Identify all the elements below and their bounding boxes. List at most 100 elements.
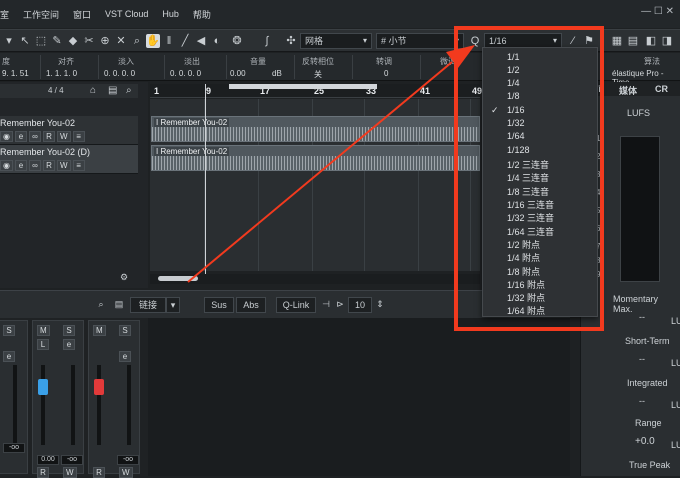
link-dropdown[interactable]: 链接 [130, 297, 166, 313]
menu-item-vst-cloud[interactable]: VST Cloud [105, 9, 148, 19]
grid-type-dropdown[interactable]: 网格 ▾ [300, 33, 372, 49]
scrollbar-thumb[interactable] [158, 276, 198, 281]
time-signature[interactable]: 4 / 4 [48, 86, 64, 95]
info-value[interactable]: 0. 0. 0. 0 [104, 69, 135, 78]
search-icon[interactable]: ⌕ [126, 85, 132, 96]
chevron-down-icon[interactable]: ▾ [166, 297, 180, 313]
hand-icon[interactable]: ✋ [146, 34, 160, 48]
chevron-down-icon[interactable]: ▾ [2, 34, 16, 48]
fader-track[interactable] [97, 365, 101, 445]
line-icon[interactable]: ╱ [178, 34, 192, 48]
color-icon[interactable]: ◐ [210, 34, 224, 48]
sus-button[interactable]: Sus [204, 297, 234, 313]
solo-button[interactable]: S [119, 325, 131, 336]
listen-button[interactable]: L [37, 339, 49, 350]
lanes-button[interactable]: ≡ [72, 131, 85, 142]
snap-icon[interactable]: ✣ [284, 34, 298, 48]
menu-item-window[interactable]: 窗口 [73, 8, 91, 21]
tab-cr[interactable]: CR [655, 84, 668, 94]
write-button[interactable]: W [119, 467, 133, 478]
monitor-button[interactable]: ◉ [0, 131, 13, 142]
menu-item-workspace[interactable]: 工作空间 [23, 8, 59, 21]
mixer-channel[interactable]: M S e -oo R W [88, 320, 140, 478]
mute-tool-icon[interactable]: ✕ [114, 34, 128, 48]
audio-clip[interactable]: I Remember You-02 [151, 116, 480, 142]
curve-icon[interactable]: ∫ [260, 34, 274, 48]
link-button[interactable]: ∞ [28, 131, 41, 142]
list-icon[interactable]: ▤ [112, 297, 126, 313]
mute-button[interactable]: M [93, 325, 106, 336]
write-button[interactable]: W [56, 131, 71, 142]
menu-item-studio[interactable]: 室 [0, 8, 9, 21]
playhead-cursor[interactable] [205, 84, 206, 274]
glue-icon[interactable]: ⊕ [98, 34, 112, 48]
comp-icon[interactable]: ‖ [162, 34, 176, 48]
layout-left-icon[interactable]: ◧ [644, 34, 658, 48]
write-button[interactable]: W [56, 160, 71, 171]
zoom-icon[interactable]: ⌕ [130, 34, 144, 48]
edit-button[interactable]: e [14, 131, 27, 142]
read-button[interactable]: R [93, 467, 105, 478]
arrange-window[interactable]: I Remember You-02 I Remember You-02 [150, 99, 480, 271]
gear-icon[interactable]: ⚙ [120, 272, 128, 283]
fader-handle[interactable] [94, 379, 104, 395]
search-icon[interactable]: ⌕ [94, 297, 108, 313]
monitor-button[interactable]: ◉ [0, 160, 13, 171]
abs-button[interactable]: Abs [236, 297, 266, 313]
solo-button[interactable]: S [3, 325, 15, 336]
pencil-icon[interactable]: ✎ [50, 34, 64, 48]
info-value[interactable]: 0 [384, 69, 388, 78]
fader-handle[interactable] [38, 379, 48, 395]
layout-right-icon[interactable]: ◨ [660, 34, 674, 48]
volume-value[interactable]: 0.00 [37, 455, 59, 465]
info-value[interactable]: 关 [314, 69, 322, 80]
object-select-icon[interactable]: ↖ [18, 34, 32, 48]
link-button[interactable]: ∞ [28, 160, 41, 171]
menu-item-help[interactable]: 帮助 [193, 8, 211, 21]
track-name[interactable]: Remember You-02 [0, 118, 75, 128]
info-value[interactable]: 0. 0. 0. 0 [170, 69, 201, 78]
grid-resolution-dropdown[interactable]: # 小节 ▾ [376, 33, 464, 49]
window-controls[interactable]: — ☐ ✕ [641, 6, 674, 17]
edit-button[interactable]: e [119, 351, 131, 362]
tab-media[interactable]: 媒体 [619, 84, 637, 97]
write-button[interactable]: W [63, 467, 77, 478]
mixer-channel[interactable]: S e -oo [0, 320, 28, 474]
fader-track[interactable] [41, 365, 45, 445]
edit-button[interactable]: e [14, 160, 27, 171]
audio-clip[interactable]: I Remember You-02 [151, 145, 480, 171]
loop-range[interactable] [229, 84, 377, 89]
stepper-icon[interactable]: ⇕ [374, 297, 386, 313]
edit-button[interactable]: e [63, 339, 75, 350]
calendar-icon[interactable]: ▤ [626, 34, 640, 48]
palette-icon[interactable]: ❂ [230, 34, 244, 48]
stretch-icon[interactable]: ⊳ [334, 297, 346, 313]
speaker-icon[interactable]: ◀ [194, 34, 208, 48]
read-button[interactable]: R [42, 160, 55, 171]
read-button[interactable]: R [37, 467, 49, 478]
home-icon[interactable]: ⌂ [90, 85, 96, 96]
mixer-channel[interactable]: M S L e 0.00 -oo R W [32, 320, 84, 478]
fader-track[interactable] [13, 365, 17, 445]
solo-button[interactable]: S [63, 325, 75, 336]
menu-item-hub[interactable]: Hub [162, 9, 179, 19]
channel-count-field[interactable]: 10 [348, 297, 372, 313]
track-row[interactable]: Remember You-02 ◉ e ∞ R W ≡ [0, 116, 138, 145]
lanes-button[interactable]: ≡ [72, 160, 85, 171]
list-icon[interactable]: ▤ [108, 85, 117, 96]
info-value[interactable]: 9. 1. 51 [2, 69, 29, 78]
info-value[interactable]: 1. 1. 1. 0 [46, 69, 77, 78]
horizontal-scrollbar[interactable] [150, 274, 480, 284]
edit-button[interactable]: e [3, 351, 15, 362]
track-name[interactable]: Remember You-02 (D) [0, 147, 90, 157]
pan-value[interactable]: -oo [3, 443, 25, 453]
eraser-icon[interactable]: ◆ [66, 34, 80, 48]
track-row[interactable]: Remember You-02 (D) ◉ e ∞ R W ≡ [0, 145, 138, 174]
range-select-icon[interactable]: ⬚ [34, 34, 48, 48]
keyboard-icon[interactable]: ▦ [610, 34, 624, 48]
split-icon[interactable]: ✂ [82, 34, 96, 48]
info-value[interactable]: 0.00 [230, 69, 246, 78]
read-button[interactable]: R [42, 131, 55, 142]
mute-button[interactable]: M [37, 325, 50, 336]
qlink-button[interactable]: Q-Link [276, 297, 316, 313]
